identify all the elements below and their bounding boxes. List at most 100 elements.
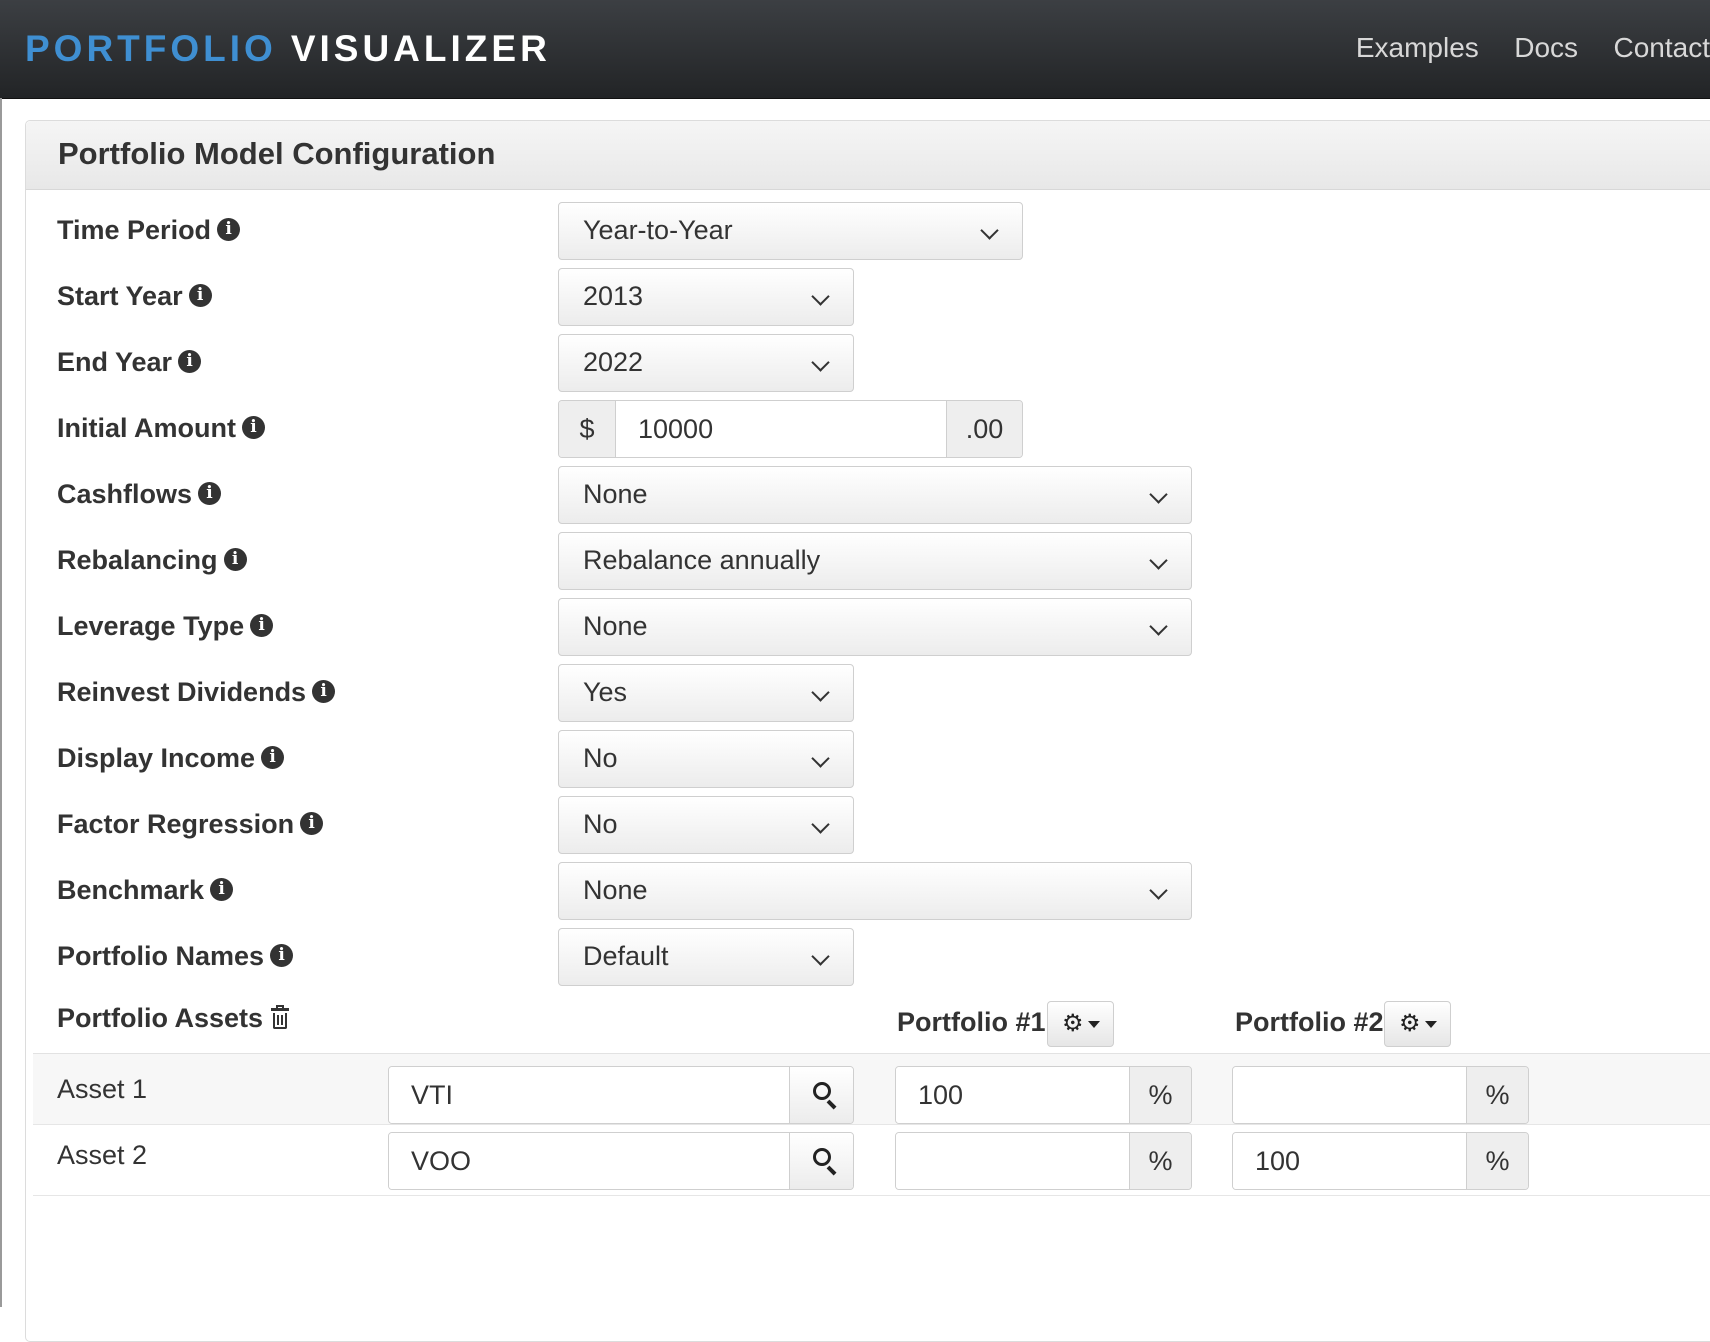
- nav-links: Examples Docs Contact: [1356, 32, 1710, 64]
- display-income-select[interactable]: No: [558, 730, 854, 788]
- reinvest-dividends-value: Yes: [583, 677, 627, 708]
- time-period-label-text: Time Period: [57, 215, 211, 245]
- leverage-type-label-text: Leverage Type: [57, 611, 244, 641]
- caret-down-icon: [1088, 1021, 1100, 1028]
- chevron-down-icon: [980, 221, 998, 239]
- reinvest-dividends-label-text: Reinvest Dividends: [57, 677, 306, 707]
- initial-amount-group: $ 10000 .00: [558, 400, 1023, 458]
- asset-2-portfolio-2-input[interactable]: 100: [1233, 1133, 1466, 1189]
- info-icon[interactable]: i: [224, 548, 247, 571]
- info-icon[interactable]: i: [312, 680, 335, 703]
- asset-1-ticker-input[interactable]: VTI: [389, 1067, 789, 1123]
- start-year-value: 2013: [583, 281, 643, 312]
- display-income-value: No: [583, 743, 618, 774]
- chevron-down-icon: [811, 287, 829, 305]
- portfolio-names-label-text: Portfolio Names: [57, 941, 264, 971]
- brand-logo[interactable]: PORTFOLIOVISUALIZER: [25, 28, 551, 70]
- percent-addon: %: [1129, 1133, 1191, 1189]
- trash-icon[interactable]: [271, 1007, 289, 1029]
- info-icon[interactable]: i: [261, 746, 284, 769]
- asset-2-ticker-input[interactable]: VOO: [389, 1133, 789, 1189]
- info-icon[interactable]: i: [250, 614, 273, 637]
- benchmark-label-text: Benchmark: [57, 875, 204, 905]
- asset-1-p2-group: %: [1232, 1066, 1529, 1124]
- factor-regression-label: Factor Regressioni: [57, 808, 323, 840]
- info-icon[interactable]: i: [189, 284, 212, 307]
- start-year-select[interactable]: 2013: [558, 268, 854, 326]
- time-period-value: Year-to-Year: [583, 215, 733, 246]
- row-divider: [33, 1195, 1710, 1196]
- percent-addon: %: [1466, 1133, 1528, 1189]
- window-left-edge: [0, 98, 2, 1307]
- rebalancing-label-text: Rebalancing: [57, 545, 218, 575]
- portfolio-names-select[interactable]: Default: [558, 928, 854, 986]
- benchmark-label: Benchmark i: [57, 874, 233, 906]
- end-year-select[interactable]: 2022: [558, 334, 854, 392]
- end-year-label-text: End Year: [57, 347, 172, 377]
- portfolio-1-settings-button[interactable]: ⚙: [1047, 1001, 1114, 1047]
- nav-examples-link[interactable]: Examples: [1356, 32, 1479, 64]
- asset-2-p1-group: %: [895, 1132, 1192, 1190]
- info-icon[interactable]: i: [178, 350, 201, 373]
- nav-contact-link[interactable]: Contact: [1614, 32, 1710, 64]
- chevron-down-icon: [811, 749, 829, 767]
- portfolio-assets-label-text: Portfolio Assets: [57, 1003, 263, 1033]
- info-icon[interactable]: i: [217, 218, 240, 241]
- panel-title: Portfolio Model Configuration: [58, 136, 495, 172]
- asset-1-p1-group: 100 %: [895, 1066, 1192, 1124]
- cents-addon: .00: [946, 401, 1022, 457]
- time-period-label: Time Period i: [57, 214, 240, 246]
- portfolio-1-header: Portfolio #1: [897, 1007, 1046, 1038]
- portfolio-2-settings-button[interactable]: ⚙: [1384, 1001, 1451, 1047]
- asset-1-portfolio-1-input[interactable]: 100: [896, 1067, 1129, 1123]
- nav-docs-link[interactable]: Docs: [1514, 32, 1578, 64]
- chevron-down-icon: [1149, 551, 1167, 569]
- cashflows-select[interactable]: None: [558, 466, 1192, 524]
- gear-icon: ⚙: [1062, 1011, 1084, 1037]
- rebalancing-select[interactable]: Rebalance annually: [558, 532, 1192, 590]
- currency-addon: $: [559, 401, 616, 457]
- cashflows-label: Cashflows i: [57, 478, 221, 510]
- info-icon[interactable]: i: [210, 878, 233, 901]
- asset-1-label: Asset 1: [57, 1074, 147, 1105]
- reinvest-dividends-label: Reinvest Dividends i: [57, 676, 335, 708]
- info-icon[interactable]: i: [270, 944, 293, 967]
- asset-2-portfolio-1-input[interactable]: [896, 1133, 1129, 1189]
- panel-heading: Portfolio Model Configuration: [26, 121, 1710, 190]
- gear-icon: ⚙: [1399, 1011, 1421, 1037]
- asset-1-ticker-group: VTI: [388, 1066, 854, 1124]
- reinvest-dividends-select[interactable]: Yes: [558, 664, 854, 722]
- benchmark-select[interactable]: None: [558, 862, 1192, 920]
- portfolio-names-label: Portfolio Names i: [57, 940, 293, 972]
- caret-down-icon: [1425, 1021, 1437, 1028]
- leverage-type-select[interactable]: None: [558, 598, 1192, 656]
- chevron-down-icon: [811, 815, 829, 833]
- rebalancing-value: Rebalance annually: [583, 545, 820, 576]
- asset-1-search-button[interactable]: [789, 1067, 853, 1123]
- cashflows-label-text: Cashflows: [57, 479, 192, 509]
- rebalancing-label: Rebalancing i: [57, 544, 247, 576]
- chevron-down-icon: [1149, 881, 1167, 899]
- chevron-down-icon: [1149, 485, 1167, 503]
- initial-amount-label: Initial Amounti: [57, 412, 265, 444]
- chevron-down-icon: [811, 353, 829, 371]
- start-year-label: Start Year i: [57, 280, 212, 312]
- chevron-down-icon: [1149, 617, 1167, 635]
- chevron-down-icon: [811, 683, 829, 701]
- info-icon[interactable]: i: [198, 482, 221, 505]
- row-divider: [33, 1124, 1710, 1125]
- leverage-type-label: Leverage Type i: [57, 610, 273, 642]
- start-year-label-text: Start Year: [57, 281, 183, 311]
- asset-1-portfolio-2-input[interactable]: [1233, 1067, 1466, 1123]
- info-icon[interactable]: i: [242, 416, 265, 439]
- initial-amount-input[interactable]: 10000: [616, 401, 946, 457]
- leverage-type-value: None: [583, 611, 648, 642]
- info-icon[interactable]: i: [300, 812, 323, 835]
- portfolio-2-header: Portfolio #2: [1235, 1007, 1384, 1038]
- asset-2-search-button[interactable]: [789, 1133, 853, 1189]
- display-income-label-text: Display Income: [57, 743, 255, 773]
- time-period-select[interactable]: Year-to-Year: [558, 202, 1023, 260]
- end-year-label: End Year i: [57, 346, 201, 378]
- factor-regression-select[interactable]: No: [558, 796, 854, 854]
- display-income-label: Display Income i: [57, 742, 284, 774]
